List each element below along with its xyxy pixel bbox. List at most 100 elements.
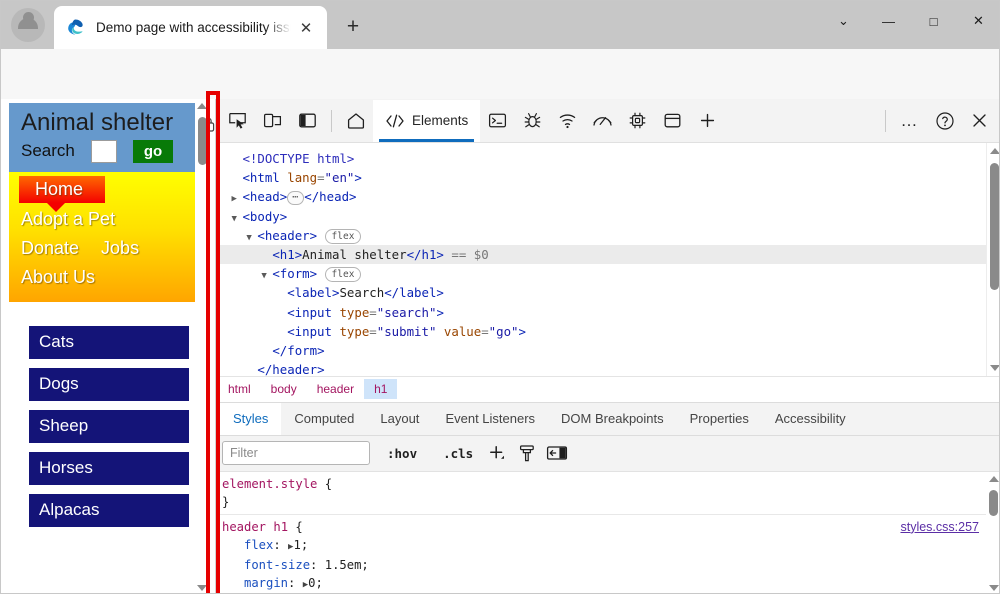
styles-sidebar-tabs[interactable]: StylesComputedLayoutEvent ListenersDOM B… xyxy=(216,402,1000,436)
animal-button-alpacas[interactable]: Alpacas xyxy=(29,494,189,527)
more-tools-plus-icon[interactable] xyxy=(690,105,725,137)
dom-tree-scrollbar[interactable] xyxy=(986,143,1000,376)
sidebar-tab-dom-breakpoints[interactable]: DOM Breakpoints xyxy=(548,403,677,435)
home-icon[interactable] xyxy=(338,105,373,137)
profile-avatar[interactable] xyxy=(11,8,45,42)
flex-badge[interactable]: flex xyxy=(325,267,362,282)
search-input[interactable] xyxy=(91,140,117,163)
sidebar-tab-styles[interactable]: Styles xyxy=(220,403,281,435)
dom-node-row[interactable]: </header> xyxy=(216,360,1000,376)
animal-button-cats[interactable]: Cats xyxy=(29,326,189,359)
dom-scroll-up-icon[interactable] xyxy=(987,143,1000,158)
nav-link-home[interactable]: Home xyxy=(19,176,105,203)
cls-toggle-button[interactable]: .cls xyxy=(434,446,482,461)
dom-node-row[interactable]: ▼<header> flex xyxy=(216,226,1000,245)
dom-node-row[interactable]: <input type="submit" value="go"> xyxy=(216,322,1000,341)
animal-button-sheep[interactable]: Sheep xyxy=(29,410,189,443)
site-heading: Animal shelter xyxy=(9,109,195,137)
dom-node-row[interactable]: ⋯ <h1>Animal shelter</h1> == $0 xyxy=(216,245,1000,264)
console-icon[interactable] xyxy=(480,105,515,137)
dom-scroll-thumb[interactable] xyxy=(990,163,999,290)
style-declaration[interactable]: margin: ▶0; xyxy=(222,574,1000,594)
dock-side-icon[interactable] xyxy=(290,105,325,137)
scroll-up-arrow-icon[interactable] xyxy=(195,99,209,113)
animal-category-list: Cats Dogs Sheep Horses Alpacas xyxy=(9,326,195,527)
breadcrumb-item-header[interactable]: header xyxy=(307,379,364,399)
go-submit-button[interactable]: go xyxy=(133,140,173,163)
animal-button-dogs[interactable]: Dogs xyxy=(29,368,189,401)
network-wifi-icon[interactable] xyxy=(550,105,585,137)
device-emulation-icon[interactable] xyxy=(255,105,290,137)
nav-link-jobs[interactable]: Jobs xyxy=(101,234,139,263)
nav-link-about[interactable]: About Us xyxy=(9,263,195,292)
styles-filter-input[interactable]: Filter xyxy=(222,441,370,465)
dom-scroll-down-icon[interactable] xyxy=(987,361,1000,376)
dom-tree[interactable]: <!DOCTYPE html> <html lang="en"> ▶<head>… xyxy=(216,143,1000,376)
close-icon[interactable]: ✕ xyxy=(293,15,319,41)
site-nav: Home Adopt a Pet Donate Jobs About Us xyxy=(9,172,195,302)
styles-rules-panel[interactable]: element.style {}header h1 {styles.css:25… xyxy=(216,472,1000,594)
minimize-icon[interactable]: — xyxy=(866,1,911,41)
search-label: Search xyxy=(21,141,75,161)
hov-toggle-button[interactable]: :hov xyxy=(378,446,426,461)
application-storage-icon[interactable] xyxy=(655,105,690,137)
animal-button-horses[interactable]: Horses xyxy=(29,452,189,485)
breadcrumb-item-body[interactable]: body xyxy=(261,379,307,399)
sidebar-tab-accessibility[interactable]: Accessibility xyxy=(762,403,859,435)
new-tab-button[interactable]: + xyxy=(338,12,368,42)
devtools-toolbar: Elements xyxy=(216,99,1000,143)
dom-node-row[interactable]: ▼<body> xyxy=(216,207,1000,226)
paint-brush-icon[interactable] xyxy=(512,440,542,466)
site-search-form: Search go xyxy=(9,137,195,165)
window-close-icon[interactable]: ✕ xyxy=(956,1,1000,41)
rule-selector[interactable]: element.style xyxy=(222,477,317,491)
style-rule[interactable]: element.style {} xyxy=(216,472,1000,514)
sidebar-tab-properties[interactable]: Properties xyxy=(677,403,762,435)
rule-selector[interactable]: header h1 xyxy=(222,520,288,534)
help-icon[interactable] xyxy=(927,105,962,137)
style-declaration[interactable]: font-size: 1.5em; xyxy=(222,556,1000,574)
tab-elements[interactable]: Elements xyxy=(373,100,480,142)
memory-chip-icon[interactable] xyxy=(620,105,655,137)
devtools-more-options-icon[interactable]: … xyxy=(892,105,927,137)
nav-link-donate[interactable]: Donate xyxy=(9,234,79,263)
dom-tree-panel[interactable]: <!DOCTYPE html> <html lang="en"> ▶<head>… xyxy=(216,143,1000,376)
style-rule[interactable]: header h1 {styles.css:257flex: ▶1;font-s… xyxy=(216,514,1000,594)
breadcrumb-item-h1[interactable]: h1 xyxy=(364,379,397,399)
edge-logo-icon xyxy=(66,18,85,37)
close-devtools-icon[interactable] xyxy=(962,105,997,137)
tab-search-chevron-icon[interactable]: ⌄ xyxy=(821,1,866,41)
rule-source-link[interactable]: styles.css:257 xyxy=(900,518,979,536)
dom-node-row[interactable]: ▼<form> flex xyxy=(216,264,1000,283)
browser-tab[interactable]: Demo page with accessibility issu ✕ xyxy=(54,6,327,49)
dom-node-row[interactable]: <input type="search"> xyxy=(216,303,1000,322)
collapsed-content-badge[interactable]: ⋯ xyxy=(287,191,304,205)
sidebar-tab-layout[interactable]: Layout xyxy=(367,403,432,435)
plus-new-style-rule-icon[interactable] xyxy=(482,440,512,466)
dom-node-row[interactable]: </form> xyxy=(216,341,1000,360)
styles-scrollbar[interactable] xyxy=(986,472,1000,594)
breadcrumb[interactable]: htmlbodyheaderh1 xyxy=(216,376,1000,402)
tab-strip: Demo page with accessibility issu ✕ + ⌄ … xyxy=(1,1,1000,49)
toggle-element-sidebar-icon[interactable] xyxy=(542,440,572,466)
nav-link-adopt[interactable]: Adopt a Pet xyxy=(9,205,195,234)
inspect-element-icon[interactable] xyxy=(220,105,255,137)
scroll-thumb[interactable] xyxy=(198,117,207,165)
sidebar-tab-event-listeners[interactable]: Event Listeners xyxy=(432,403,548,435)
dom-node-row[interactable]: <html lang="en"> xyxy=(216,168,1000,187)
styles-scroll-down-icon[interactable] xyxy=(986,580,1000,594)
dom-node-row[interactable]: <!DOCTYPE html> xyxy=(216,149,1000,168)
sidebar-tab-computed[interactable]: Computed xyxy=(281,403,367,435)
styles-scroll-thumb[interactable] xyxy=(989,490,998,516)
dom-node-row[interactable]: <label>Search</label> xyxy=(216,283,1000,302)
breadcrumb-item-html[interactable]: html xyxy=(218,379,261,399)
scroll-down-arrow-icon[interactable] xyxy=(195,581,209,594)
debug-bug-icon[interactable] xyxy=(515,105,550,137)
styles-scroll-up-icon[interactable] xyxy=(986,472,1000,487)
style-declaration[interactable]: flex: ▶1; xyxy=(222,536,1000,556)
maximize-icon[interactable]: □ xyxy=(911,1,956,41)
page-scrollbar[interactable] xyxy=(195,99,209,594)
flex-badge[interactable]: flex xyxy=(325,229,362,244)
performance-gauge-icon[interactable] xyxy=(585,105,620,137)
dom-node-row[interactable]: ▶<head>⋯</head> xyxy=(216,187,1000,206)
